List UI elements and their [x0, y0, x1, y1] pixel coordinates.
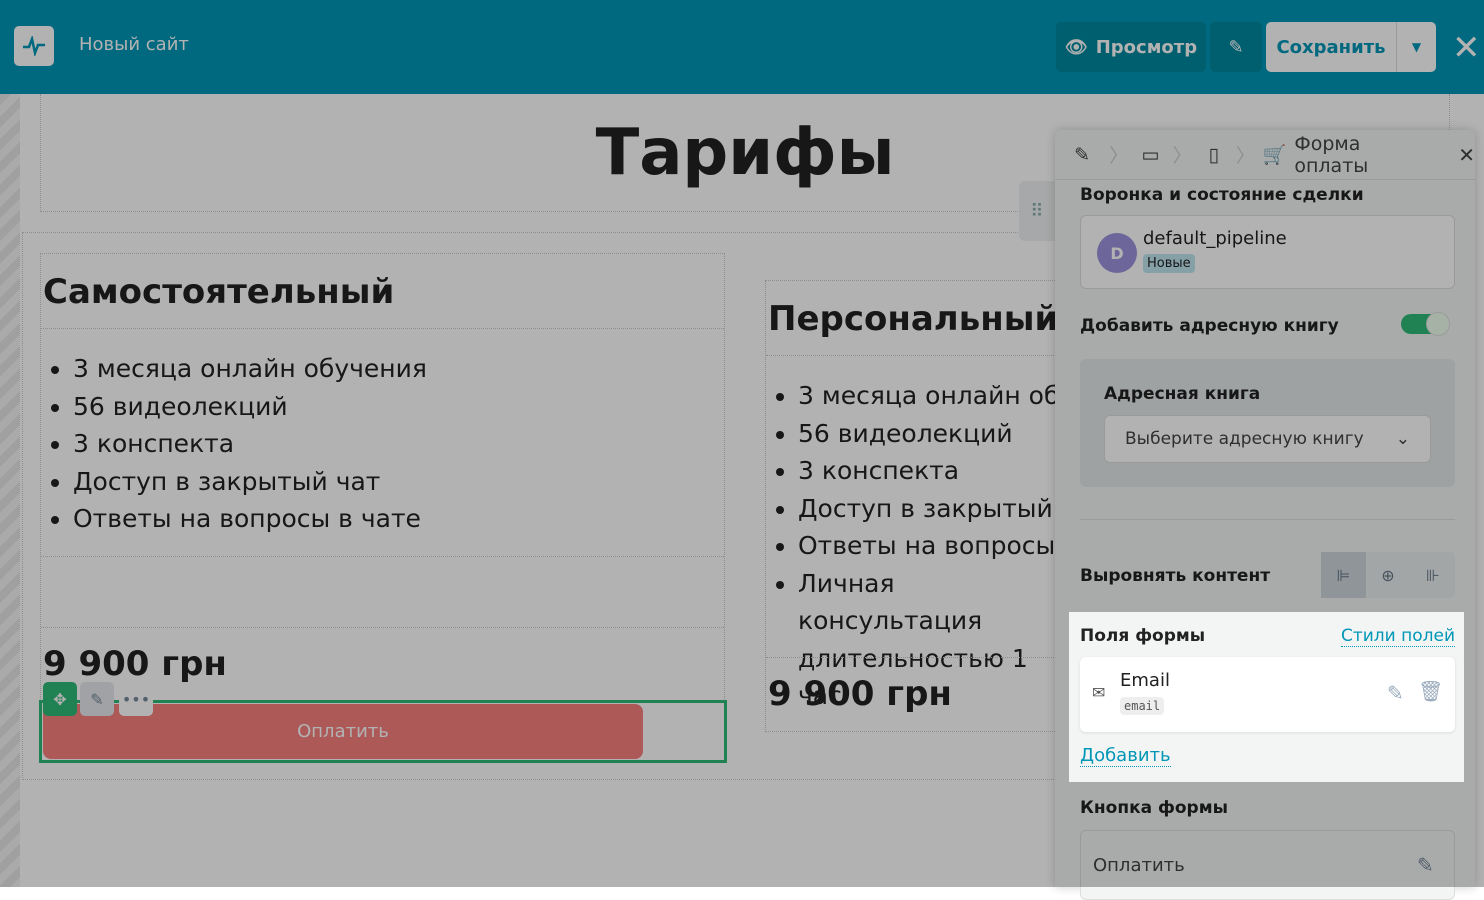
add-field-link[interactable]: Добавить	[1080, 745, 1171, 767]
envelope-icon: ✉	[1092, 683, 1106, 702]
trash-icon[interactable]: 🗑	[1418, 679, 1443, 703]
fields-heading: Поля формы	[1080, 626, 1206, 646]
pencil-icon[interactable]: ✎	[1387, 681, 1404, 705]
field-styles-link[interactable]: Стили полей	[1340, 626, 1455, 647]
field-key: email	[1120, 697, 1165, 715]
form-fields-section: Поля формы Стили полей ✉ Email email ✎ 🗑…	[1069, 612, 1464, 782]
field-item[interactable]: ✉ Email email ✎ 🗑	[1080, 657, 1455, 732]
field-label: Email	[1120, 670, 1170, 691]
